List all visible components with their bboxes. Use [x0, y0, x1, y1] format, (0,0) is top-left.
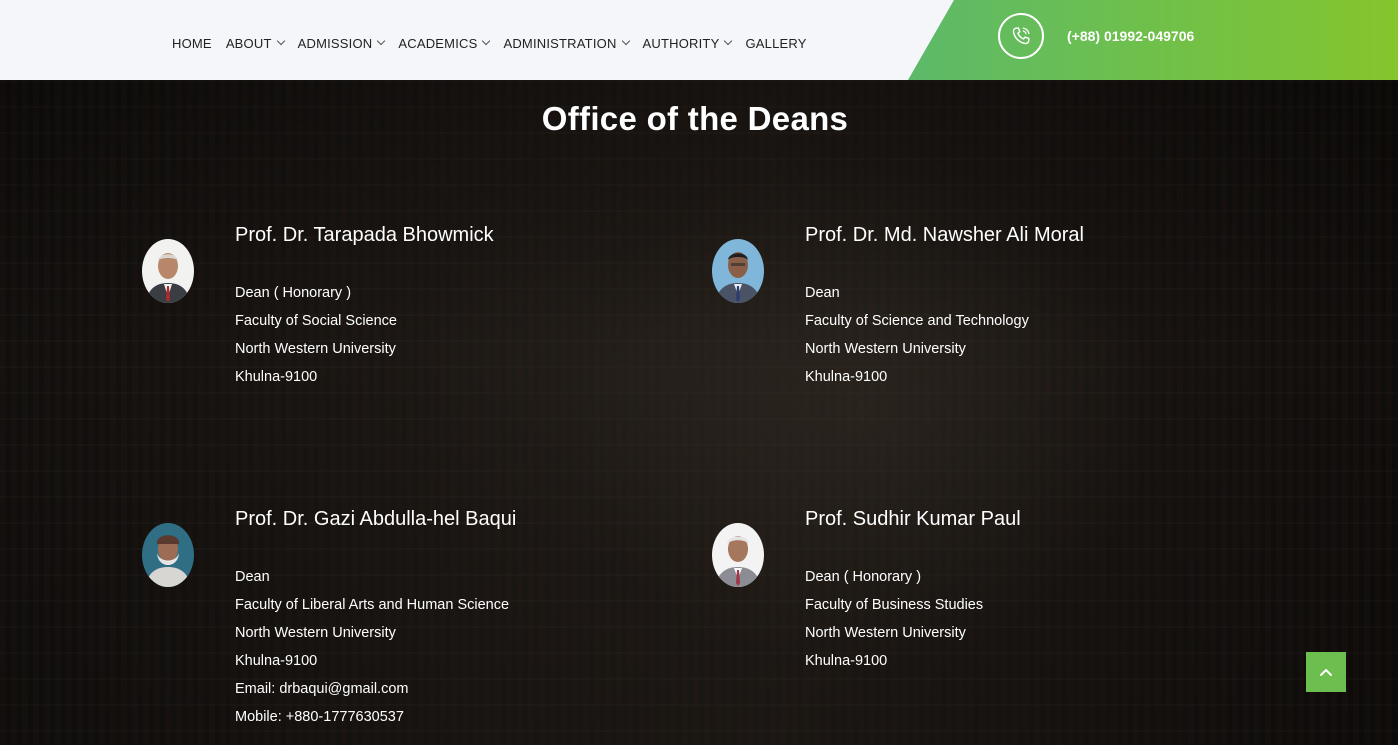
dean-info: Prof. Dr. Md. Nawsher Ali Moral Dean Fac… [805, 223, 1084, 391]
dean-email: Email: drbaqui@gmail.com [235, 681, 409, 697]
dean-photo [142, 523, 194, 587]
nav-gallery-label: GALLERY [745, 35, 807, 51]
dean-university: North Western University [235, 625, 396, 641]
dean-info: Prof. Sudhir Kumar Paul Dean ( Honorary … [805, 507, 1021, 675]
dean-university: North Western University [805, 341, 966, 357]
phone-icon[interactable] [998, 13, 1044, 59]
dean-name: Prof. Dr. Md. Nawsher Ali Moral [805, 224, 1084, 246]
nav-academics[interactable]: ACADEMICS [398, 35, 491, 51]
nav-authority-label: AUTHORITY [642, 35, 720, 51]
dean-photo [142, 239, 194, 303]
nav-about-label: ABOUT [225, 35, 272, 51]
dean-designation: Dean [805, 285, 840, 301]
page-title: Office of the Deans [541, 100, 849, 137]
chevron-down-icon [621, 36, 630, 46]
dean-info: Prof. Dr. Gazi Abdulla-hel Baqui Dean Fa… [235, 507, 516, 731]
nav-home-label: HOME [172, 35, 212, 51]
chevron-down-icon [276, 36, 285, 46]
chevron-down-icon [482, 36, 491, 46]
dean-card: Prof. Dr. Md. Nawsher Ali Moral Dean Fac… [712, 223, 1272, 443]
dean-faculty: Faculty of Business Studies [805, 597, 984, 613]
dean-university: North Western University [805, 625, 966, 641]
dean-mobile: Mobile: +880-1777630537 [235, 709, 404, 725]
chevron-down-icon [377, 36, 386, 46]
scroll-to-top-button[interactable] [1306, 652, 1346, 692]
dean-designation: Dean ( Honorary ) [235, 285, 352, 301]
nav-home[interactable]: HOME [172, 36, 212, 51]
dean-card: Prof. Dr. Gazi Abdulla-hel Baqui Dean Fa… [142, 507, 702, 727]
dean-location: Khulna-9100 [805, 369, 888, 385]
dean-info: Prof. Dr. Tarapada Bhowmick Dean ( Honor… [235, 223, 494, 391]
nav-academics-label: ACADEMICS [398, 35, 478, 51]
nav-admission[interactable]: ADMISSION [297, 35, 386, 51]
nav-administration[interactable]: ADMINISTRATION [503, 35, 630, 51]
dean-name: Prof. Sudhir Kumar Paul [805, 508, 1021, 530]
nav-gallery[interactable]: GALLERY [745, 36, 806, 51]
dean-card: Prof. Dr. Tarapada Bhowmick Dean ( Honor… [142, 223, 702, 443]
nav-admission-label: ADMISSION [297, 35, 373, 51]
dean-designation: Dean ( Honorary ) [805, 569, 922, 585]
nav-administration-label: ADMINISTRATION [503, 35, 617, 51]
nav-about[interactable]: ABOUT [225, 35, 285, 51]
dean-designation: Dean [235, 569, 270, 585]
dean-card: Prof. Sudhir Kumar Paul Dean ( Honorary … [712, 507, 1272, 727]
dean-photo [712, 523, 764, 587]
dean-location: Khulna-9100 [805, 653, 888, 669]
dean-photo [712, 239, 764, 303]
dean-location: Khulna-9100 [235, 369, 318, 385]
dean-faculty: Faculty of Social Science [235, 313, 397, 329]
phone-number[interactable]: (+88) 01992-049706 [1067, 28, 1194, 44]
dean-university: North Western University [235, 341, 396, 357]
dean-faculty: Faculty of Liberal Arts and Human Scienc… [235, 597, 510, 613]
top-navigation-bar: HOME ABOUT ADMISSION ACADEMICS ADMINISTR… [0, 0, 1398, 80]
nav-authority[interactable]: AUTHORITY [642, 35, 733, 51]
dean-name: Prof. Dr. Tarapada Bhowmick [235, 224, 494, 246]
dean-location: Khulna-9100 [235, 653, 318, 669]
chevron-down-icon [724, 36, 733, 46]
chevron-up-icon [1320, 669, 1332, 676]
dean-name: Prof. Dr. Gazi Abdulla-hel Baqui [235, 508, 517, 530]
dean-faculty: Faculty of Science and Technology [805, 313, 1029, 329]
main-nav: HOME ABOUT ADMISSION ACADEMICS ADMINISTR… [172, 34, 821, 52]
